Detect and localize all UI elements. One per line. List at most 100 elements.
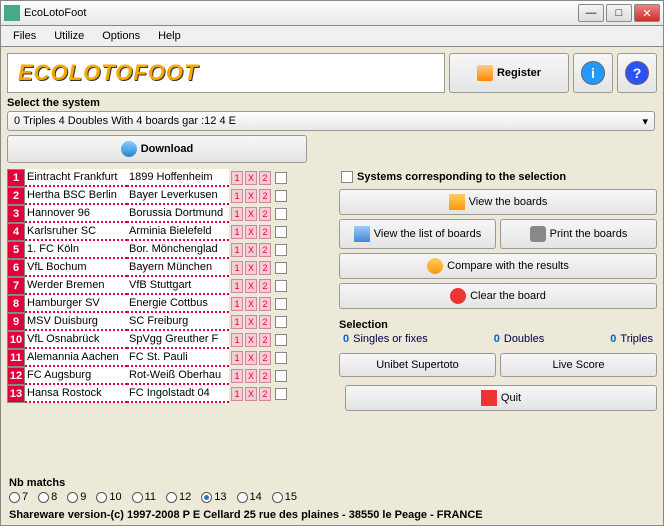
clear-button[interactable]: Clear the board — [339, 283, 657, 309]
bet-boxes[interactable]: 1X2 — [231, 261, 271, 275]
checkbox-icon[interactable] — [341, 171, 353, 183]
bet-boxes[interactable]: 1X2 — [231, 315, 271, 329]
bet-boxes[interactable]: 1X2 — [231, 333, 271, 347]
away-team[interactable]: Bor. Mönchenglad — [127, 241, 229, 259]
close-button[interactable]: ✕ — [634, 4, 660, 22]
info-button[interactable]: i — [573, 53, 613, 93]
home-team[interactable]: Eintracht Frankfurt — [25, 169, 127, 187]
match-number: 8 — [7, 295, 25, 313]
unibet-button[interactable]: Unibet Supertoto — [339, 353, 496, 377]
nb-option[interactable]: 13 — [201, 491, 226, 503]
bet-boxes[interactable]: 1X2 — [231, 369, 271, 383]
bet-boxes[interactable]: 1X2 — [231, 171, 271, 185]
system-label: Select the system — [7, 97, 657, 109]
bet-boxes[interactable]: 1X2 — [231, 387, 271, 401]
bet-boxes[interactable]: 1X2 — [231, 297, 271, 311]
radio-icon[interactable] — [166, 492, 177, 503]
menu-utilize[interactable]: Utilize — [46, 28, 92, 44]
match-checkbox[interactable] — [275, 298, 287, 310]
home-team[interactable]: VfL Osnabrück — [25, 331, 127, 349]
download-icon — [121, 141, 137, 157]
nb-option[interactable]: 11 — [132, 491, 156, 503]
match-checkbox[interactable] — [275, 208, 287, 220]
nb-option[interactable]: 12 — [166, 491, 191, 503]
match-checkbox[interactable] — [275, 316, 287, 328]
nb-option[interactable]: 10 — [96, 491, 121, 503]
away-team[interactable]: Rot-Weiß Oberhau — [127, 367, 229, 385]
bet-boxes[interactable]: 1X2 — [231, 189, 271, 203]
radio-icon[interactable] — [96, 492, 107, 503]
match-checkbox[interactable] — [275, 262, 287, 274]
nb-option[interactable]: 8 — [38, 491, 57, 503]
away-team[interactable]: Bayern München — [127, 259, 229, 277]
home-team[interactable]: Hansa Rostock — [25, 385, 127, 403]
match-checkbox[interactable] — [275, 334, 287, 346]
nb-option[interactable]: 7 — [9, 491, 28, 503]
quit-button[interactable]: Quit — [345, 385, 657, 411]
bet-boxes[interactable]: 1X2 — [231, 279, 271, 293]
download-button[interactable]: Download — [7, 135, 307, 163]
home-team[interactable]: Werder Bremen — [25, 277, 127, 295]
bet-boxes[interactable]: 1X2 — [231, 243, 271, 257]
menu-help[interactable]: Help — [150, 28, 189, 44]
away-team[interactable]: Energie Cottbus — [127, 295, 229, 313]
view-boards-button[interactable]: View the boards — [339, 189, 657, 215]
away-team[interactable]: SpVgg Greuther F — [127, 331, 229, 349]
bet-boxes[interactable]: 1X2 — [231, 351, 271, 365]
menu-files[interactable]: Files — [5, 28, 44, 44]
bet-boxes[interactable]: 1X2 — [231, 225, 271, 239]
away-team[interactable]: FC St. Pauli — [127, 349, 229, 367]
radio-icon[interactable] — [67, 492, 78, 503]
away-team[interactable]: Arminia Bielefeld — [127, 223, 229, 241]
view-list-button[interactable]: View the list of boards — [339, 219, 496, 249]
systems-checkbox-row[interactable]: Systems corresponding to the selection — [339, 169, 657, 185]
radio-icon[interactable] — [272, 492, 283, 503]
match-checkbox[interactable] — [275, 352, 287, 364]
match-checkbox[interactable] — [275, 280, 287, 292]
match-checkbox[interactable] — [275, 172, 287, 184]
match-checkbox[interactable] — [275, 190, 287, 202]
home-team[interactable]: Hamburger SV — [25, 295, 127, 313]
match-checkbox[interactable] — [275, 388, 287, 400]
home-team[interactable]: Hertha BSC Berlin — [25, 187, 127, 205]
help-button[interactable]: ? — [617, 53, 657, 93]
print-icon — [530, 226, 546, 242]
away-team[interactable]: VfB Stuttgart — [127, 277, 229, 295]
livescore-button[interactable]: Live Score — [500, 353, 657, 377]
home-team[interactable]: 1. FC Köln — [25, 241, 127, 259]
away-team[interactable]: Bayer Leverkusen — [127, 187, 229, 205]
away-team[interactable]: FC Ingolstadt 04 — [127, 385, 229, 403]
home-team[interactable]: Hannover 96 — [25, 205, 127, 223]
system-dropdown[interactable]: 0 Triples 4 Doubles With 4 boards gar :1… — [7, 111, 655, 131]
match-row: 11 Alemannia Aachen FC St. Pauli 1X2 — [7, 349, 327, 367]
nb-option[interactable]: 14 — [237, 491, 262, 503]
minimize-button[interactable]: — — [578, 4, 604, 22]
nb-option[interactable]: 9 — [67, 491, 86, 503]
away-team[interactable]: 1899 Hoffenheim — [127, 169, 229, 187]
compare-button[interactable]: Compare with the results — [339, 253, 657, 279]
print-button[interactable]: Print the boards — [500, 219, 657, 249]
match-checkbox[interactable] — [275, 226, 287, 238]
radio-icon[interactable] — [237, 492, 248, 503]
away-team[interactable]: Borussia Dortmund — [127, 205, 229, 223]
radio-icon[interactable] — [38, 492, 49, 503]
home-team[interactable]: MSV Duisburg — [25, 313, 127, 331]
match-number: 10 — [7, 331, 25, 349]
home-team[interactable]: Alemannia Aachen — [25, 349, 127, 367]
away-team[interactable]: SC Freiburg — [127, 313, 229, 331]
menu-options[interactable]: Options — [94, 28, 148, 44]
chevron-down-icon: ▾ — [642, 115, 648, 128]
radio-icon[interactable] — [132, 492, 143, 503]
home-team[interactable]: Karlsruher SC — [25, 223, 127, 241]
radio-icon[interactable] — [9, 492, 20, 503]
register-button[interactable]: Register — [449, 53, 569, 93]
home-team[interactable]: VfL Bochum — [25, 259, 127, 277]
bet-boxes[interactable]: 1X2 — [231, 207, 271, 221]
nb-option[interactable]: 15 — [272, 491, 297, 503]
match-checkbox[interactable] — [275, 244, 287, 256]
home-team[interactable]: FC Augsburg — [25, 367, 127, 385]
maximize-button[interactable]: □ — [606, 4, 632, 22]
match-checkbox[interactable] — [275, 370, 287, 382]
match-number: 4 — [7, 223, 25, 241]
radio-icon[interactable] — [201, 492, 212, 503]
